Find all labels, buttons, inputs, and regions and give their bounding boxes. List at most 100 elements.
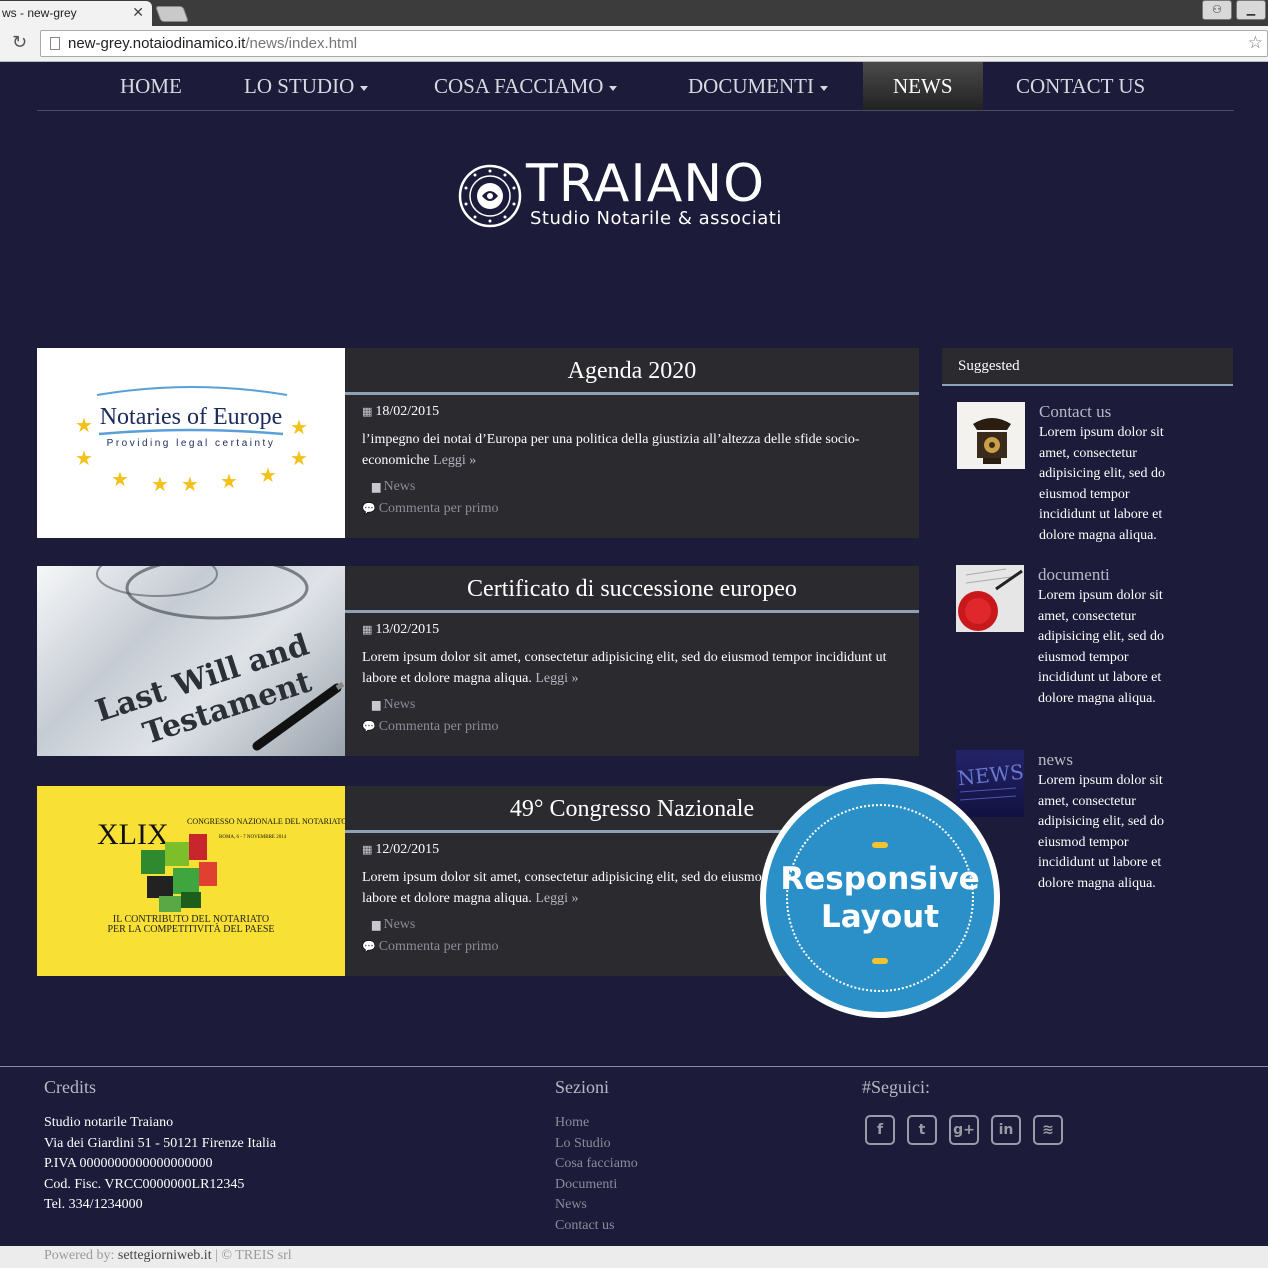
facebook-icon[interactable]: f: [865, 1115, 895, 1145]
caret-down-icon: [360, 85, 369, 91]
news-article: Last Will and Testament Certificato di s…: [37, 566, 919, 756]
footer-link-news[interactable]: News: [555, 1195, 638, 1216]
article-comments-link[interactable]: 💬 Commenta per primo: [362, 501, 498, 517]
footer-link-cosa-facciamo[interactable]: Cosa facciamo: [555, 1154, 638, 1175]
svg-text:NEWS: NEWS: [956, 760, 1024, 791]
sidebar-item-title[interactable]: documenti: [1038, 565, 1110, 585]
nav-item-documenti[interactable]: DOCUMENTI: [688, 62, 828, 110]
article-date: ▦ 18/02/2015: [362, 404, 440, 419]
responsive-layout-badge: Responsive Layout: [760, 778, 1000, 1018]
page-icon: [50, 37, 60, 50]
ornament-icon: [872, 842, 888, 848]
svg-text:★: ★: [111, 469, 129, 491]
article-title[interactable]: Certificato di successione europeo: [467, 576, 797, 602]
svg-text:★: ★: [259, 465, 277, 487]
sections-links: Home Lo Studio Cosa facciamo Documenti N…: [555, 1113, 638, 1236]
svg-text:★: ★: [181, 474, 199, 496]
sidebar-item-title[interactable]: news: [1038, 750, 1073, 770]
svg-text:★: ★: [290, 448, 308, 470]
article-category[interactable]: ▆ News: [372, 917, 415, 933]
user-icon[interactable]: ⚇: [1202, 0, 1232, 20]
url-text: new-grey.notaiodinamico.it/news/index.ht…: [68, 35, 358, 52]
document-seal-thumbnail[interactable]: [956, 565, 1024, 632]
nav-item-cosa-facciamo[interactable]: COSA FACCIAMO: [434, 62, 618, 110]
logo-subtitle: Studio Notarile & associati: [530, 208, 782, 229]
svg-text:★: ★: [75, 448, 93, 470]
nav-item-lo-studio[interactable]: LO STUDIO: [244, 62, 369, 110]
read-more-link[interactable]: Leggi »: [433, 453, 476, 468]
caret-down-icon: [609, 85, 618, 91]
article-thumbnail-will[interactable]: Last Will and Testament: [37, 566, 345, 756]
article-thumbnail-notaries[interactable]: Notaries of Europe Providing legal certa…: [37, 348, 345, 538]
news-article: Notaries of Europe Providing legal certa…: [37, 348, 919, 538]
comments-icon: 💬: [362, 940, 376, 953]
article-header: Agenda 2020: [345, 348, 919, 395]
article-comments-link[interactable]: 💬 Commenta per primo: [362, 719, 498, 735]
site-logo[interactable]: TRAIANO Studio Notarile & associati: [458, 154, 798, 235]
powered-by-bar: Powered by: settegiorniweb.it | © TREIS …: [0, 1246, 1268, 1268]
close-tab-icon[interactable]: ✕: [132, 4, 144, 21]
twitter-icon[interactable]: t: [907, 1115, 937, 1145]
article-category[interactable]: ▆ News: [372, 479, 415, 495]
calendar-icon: ▦: [362, 405, 373, 418]
minimize-button[interactable]: ▁: [1236, 0, 1266, 20]
social-heading: #Seguici:: [862, 1077, 930, 1097]
caret-down-icon: [820, 85, 828, 91]
browser-tab[interactable]: ws - new-grey ✕: [0, 1, 152, 26]
footer-link-contact-us[interactable]: Contact us: [555, 1216, 638, 1237]
congress-line2: PER LA COMPETITIVITÀ DEL PAESE: [107, 923, 274, 935]
folder-icon: ▆: [372, 480, 381, 493]
address-bar[interactable]: new-grey.notaiodinamico.it/news/index.ht…: [40, 30, 1268, 57]
svg-text:★: ★: [151, 474, 169, 496]
new-tab-button[interactable]: [155, 6, 189, 22]
notaries-title: Notaries of Europe: [100, 404, 283, 430]
credits-block: Studio notarile Traiano Via dei Giardini…: [44, 1115, 277, 1212]
powered-by-link[interactable]: settegiorniweb.it: [118, 1248, 212, 1263]
seal-icon: [458, 164, 522, 228]
article-category[interactable]: ▆ News: [372, 697, 415, 713]
svg-text:★: ★: [220, 471, 238, 493]
sidebar-item-text: Lorem ipsum dolor sit amet, consectetur …: [1038, 588, 1164, 706]
article-thumbnail-congress[interactable]: XLIX CONGRESSO NAZIONALE DEL NOTARIATO R…: [37, 786, 345, 976]
tab-title: ws - new-grey: [2, 6, 77, 20]
telephone-thumbnail[interactable]: [957, 402, 1025, 469]
footer-link-documenti[interactable]: Documenti: [555, 1175, 638, 1196]
read-more-link[interactable]: Leggi »: [535, 671, 578, 686]
sidebar-item-title[interactable]: Contact us: [1039, 402, 1111, 422]
article-title[interactable]: 49° Congresso Nazionale: [510, 796, 754, 822]
will-text: Last Will and Testament: [92, 627, 316, 751]
sidebar-item-text: Lorem ipsum dolor sit amet, consectetur …: [1038, 773, 1164, 891]
article-excerpt: Lorem ipsum dolor sit amet, consectetur …: [362, 650, 887, 686]
footer-link-home[interactable]: Home: [555, 1113, 638, 1134]
article-date: ▦ 13/02/2015: [362, 622, 440, 637]
rss-icon[interactable]: ≋: [1033, 1115, 1063, 1145]
logo-name: TRAIANO: [526, 154, 766, 214]
article-date: ▦ 12/02/2015: [362, 842, 440, 857]
reload-icon[interactable]: ↻: [12, 32, 27, 53]
article-comments-link[interactable]: 💬 Commenta per primo: [362, 939, 498, 955]
nav-item-contact-us[interactable]: CONTACT US: [1016, 62, 1145, 110]
sections-heading: Sezioni: [555, 1077, 609, 1097]
google-plus-icon[interactable]: g+: [949, 1115, 979, 1145]
nav-item-news[interactable]: NEWS: [863, 62, 983, 110]
article-title[interactable]: Agenda 2020: [568, 358, 697, 384]
credits-heading: Credits: [44, 1077, 96, 1097]
svg-text:★: ★: [290, 417, 308, 439]
notaries-tagline: Providing legal certainty: [107, 438, 276, 449]
calendar-icon: ▦: [362, 843, 373, 856]
browser-tab-strip: ws - new-grey ✕ ⚇ ▁: [0, 0, 1268, 26]
linkedin-icon[interactable]: in: [991, 1115, 1021, 1145]
folder-icon: ▆: [372, 698, 381, 711]
sidebar-title: Suggested: [942, 348, 1233, 386]
footer-link-lo-studio[interactable]: Lo Studio: [555, 1134, 638, 1155]
news-thumbnail[interactable]: NEWS: [956, 750, 1024, 817]
read-more-link[interactable]: Leggi »: [535, 891, 578, 906]
bookmark-star-icon[interactable]: ☆: [1248, 33, 1263, 53]
folder-icon: ▆: [372, 918, 381, 931]
xlix-numeral: XLIX: [97, 818, 169, 851]
nav-item-home[interactable]: HOME: [120, 62, 182, 110]
sidebar-item-text: Lorem ipsum dolor sit amet, consectetur …: [1039, 425, 1165, 543]
main-nav: HOME LO STUDIO COSA FACCIAMO DOCUMENTI N…: [37, 62, 1234, 111]
article-excerpt: l’impegno dei notai d’Europa per una pol…: [362, 432, 860, 468]
congress-name: CONGRESSO NAZIONALE DEL NOTARIATO: [187, 817, 345, 826]
